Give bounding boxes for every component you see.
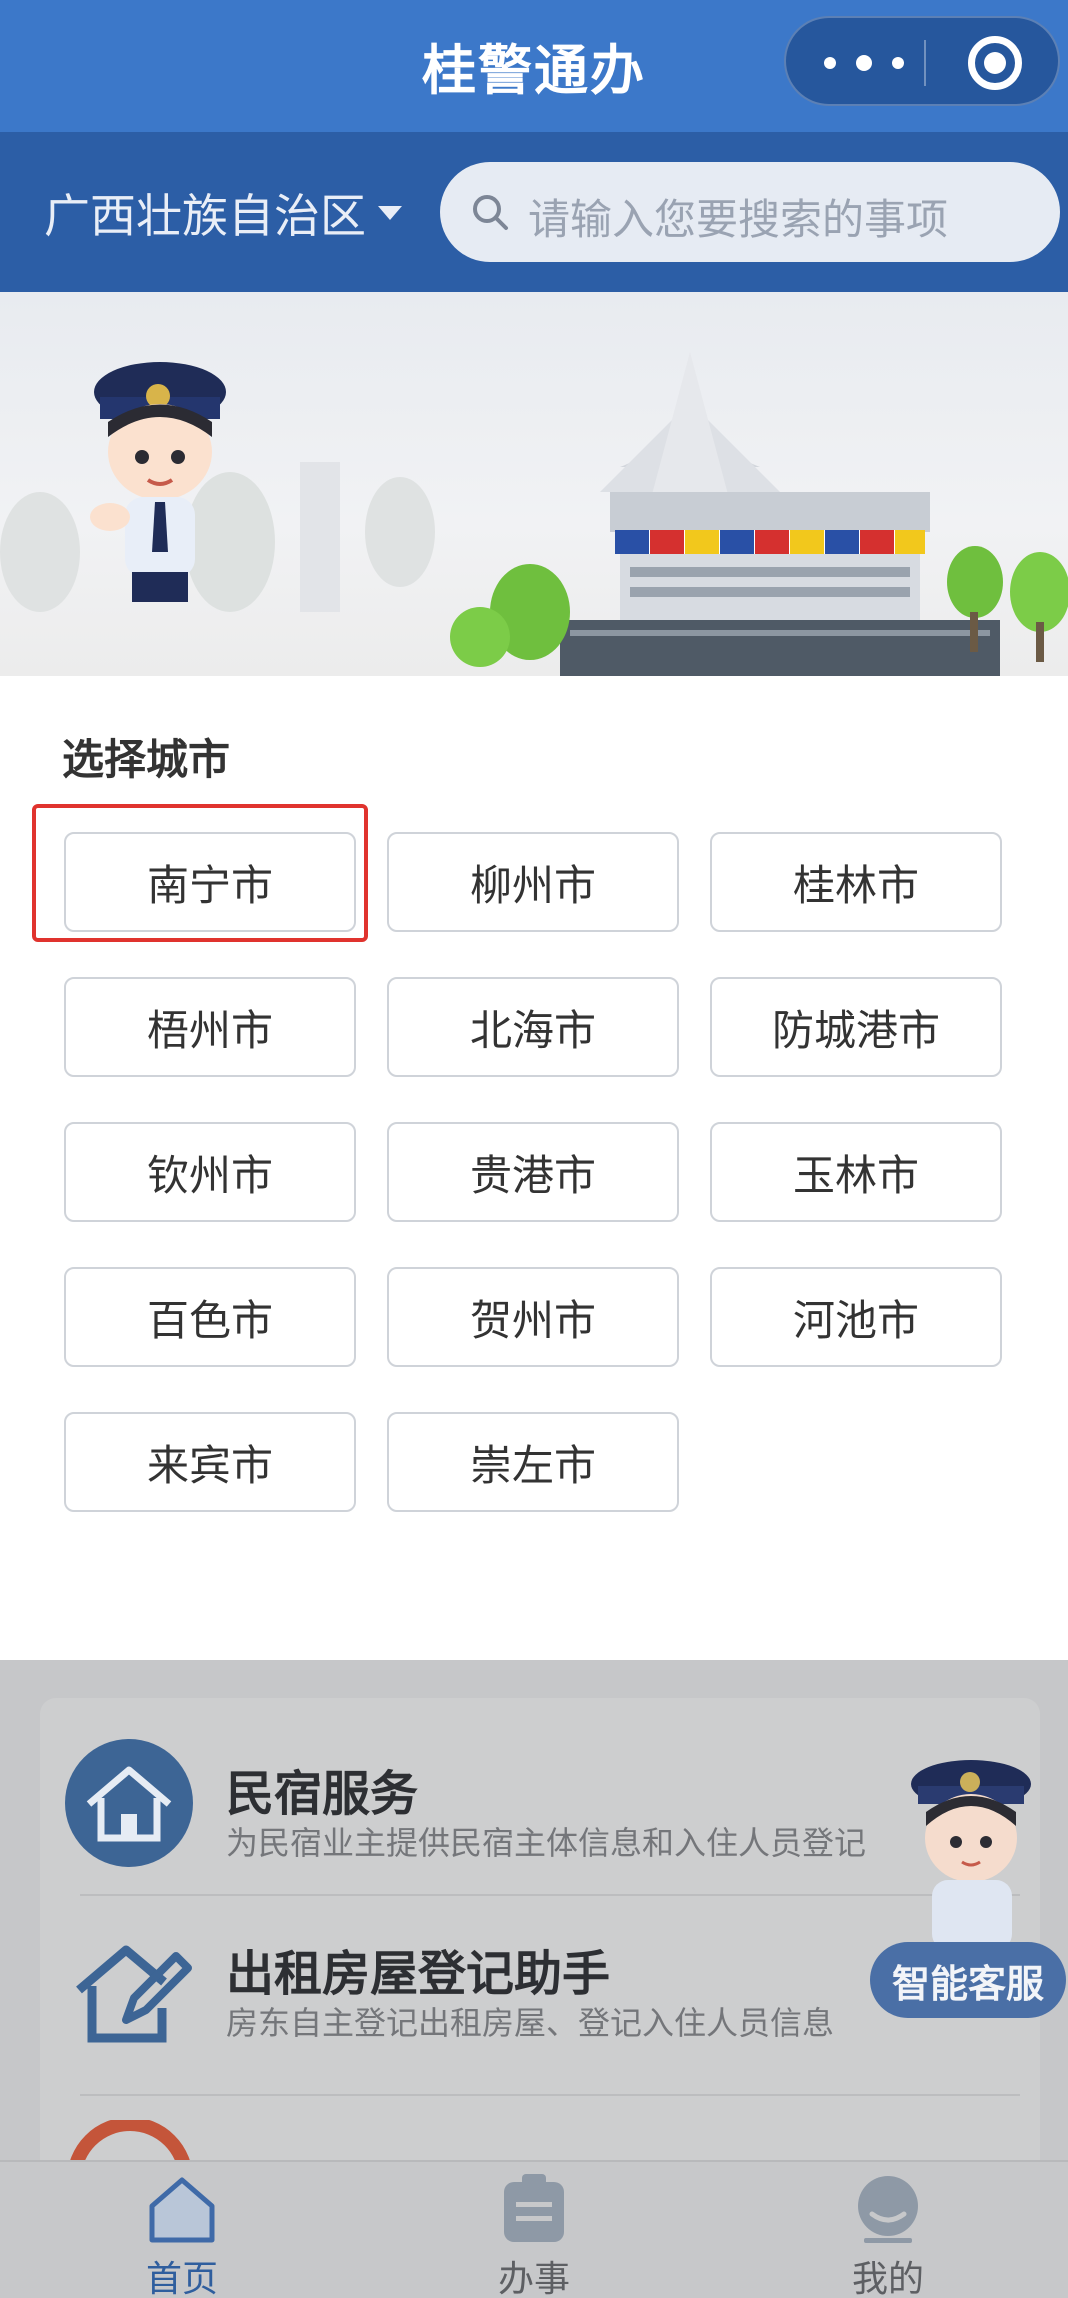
city-guigang[interactable]: 贵港市	[387, 1122, 679, 1222]
search-input[interactable]: 请输入您要搜索的事项	[440, 162, 1060, 262]
service-title: 民宿服务	[226, 1766, 419, 1822]
city-hechi[interactable]: 河池市	[710, 1267, 1002, 1367]
region-search-bar: 广西壮族自治区 请输入您要搜索的事项	[0, 132, 1068, 292]
banner-illustration	[0, 292, 1068, 678]
tab-home[interactable]: 首页	[4, 2162, 360, 2298]
tab-bar: 首页 办事 我的	[0, 2160, 1068, 2298]
city-qinzhou[interactable]: 钦州市	[64, 1122, 356, 1222]
close-target-icon[interactable]	[968, 36, 1022, 90]
home-icon	[149, 2177, 215, 2243]
city-nanning[interactable]: 南宁市	[64, 832, 356, 932]
more-dots-icon[interactable]	[824, 46, 904, 80]
city-fangchenggang[interactable]: 防城港市	[710, 977, 1002, 1077]
house-icon	[65, 1739, 193, 1867]
city-hezhou[interactable]: 贺州市	[387, 1267, 679, 1367]
search-icon	[473, 195, 508, 230]
caret-down-icon[interactable]	[378, 206, 402, 220]
city-liuzhou[interactable]: 柳州市	[387, 832, 679, 932]
banner-art	[0, 352, 1068, 678]
clipboard-icon	[504, 2174, 564, 2242]
picker-title: 选择城市	[62, 735, 231, 784]
city-picker: 选择城市 南宁市 柳州市 桂林市 梧州市 北海市 防城港市 钦州市 贵港市 玉林…	[0, 676, 1068, 1660]
service-title: 出租房屋登记助手	[226, 1946, 611, 2002]
city-beihai[interactable]: 北海市	[387, 977, 679, 1077]
tab-business[interactable]: 办事	[356, 2162, 712, 2298]
service-desc: 为民宿业主提供民宿主体信息和入住人员登记	[226, 1824, 867, 1862]
title-bar: 桂警通办	[0, 0, 1068, 132]
city-wuzhou[interactable]: 梧州市	[64, 977, 356, 1077]
orange-circle-icon	[70, 2120, 190, 2160]
service-item[interactable]	[40, 2098, 1040, 2160]
city-chongzuo[interactable]: 崇左市	[387, 1412, 679, 1512]
service-desc: 房东自主登记出租房屋、登记入住人员信息	[226, 2004, 835, 2042]
user-icon	[858, 2176, 918, 2243]
smart-service-button[interactable]: 智能客服	[870, 1942, 1066, 2018]
house-edit-icon	[76, 1945, 192, 2043]
tab-label: 我的	[851, 2259, 924, 2298]
tab-mine[interactable]: 我的	[710, 2162, 1066, 2298]
city-baise[interactable]: 百色市	[64, 1267, 356, 1367]
tab-label: 首页	[145, 2259, 218, 2298]
region-selector[interactable]: 广西壮族自治区	[44, 180, 366, 246]
mini-program-capsule	[784, 16, 1060, 106]
capsule-divider	[924, 40, 926, 86]
divider	[80, 2094, 1020, 2096]
city-yulin[interactable]: 玉林市	[710, 1122, 1002, 1222]
search-placeholder: 请输入您要搜索的事项	[528, 195, 949, 244]
city-laibin[interactable]: 来宾市	[64, 1412, 356, 1512]
city-guilin[interactable]: 桂林市	[710, 832, 1002, 932]
tab-label: 办事	[497, 2259, 570, 2298]
